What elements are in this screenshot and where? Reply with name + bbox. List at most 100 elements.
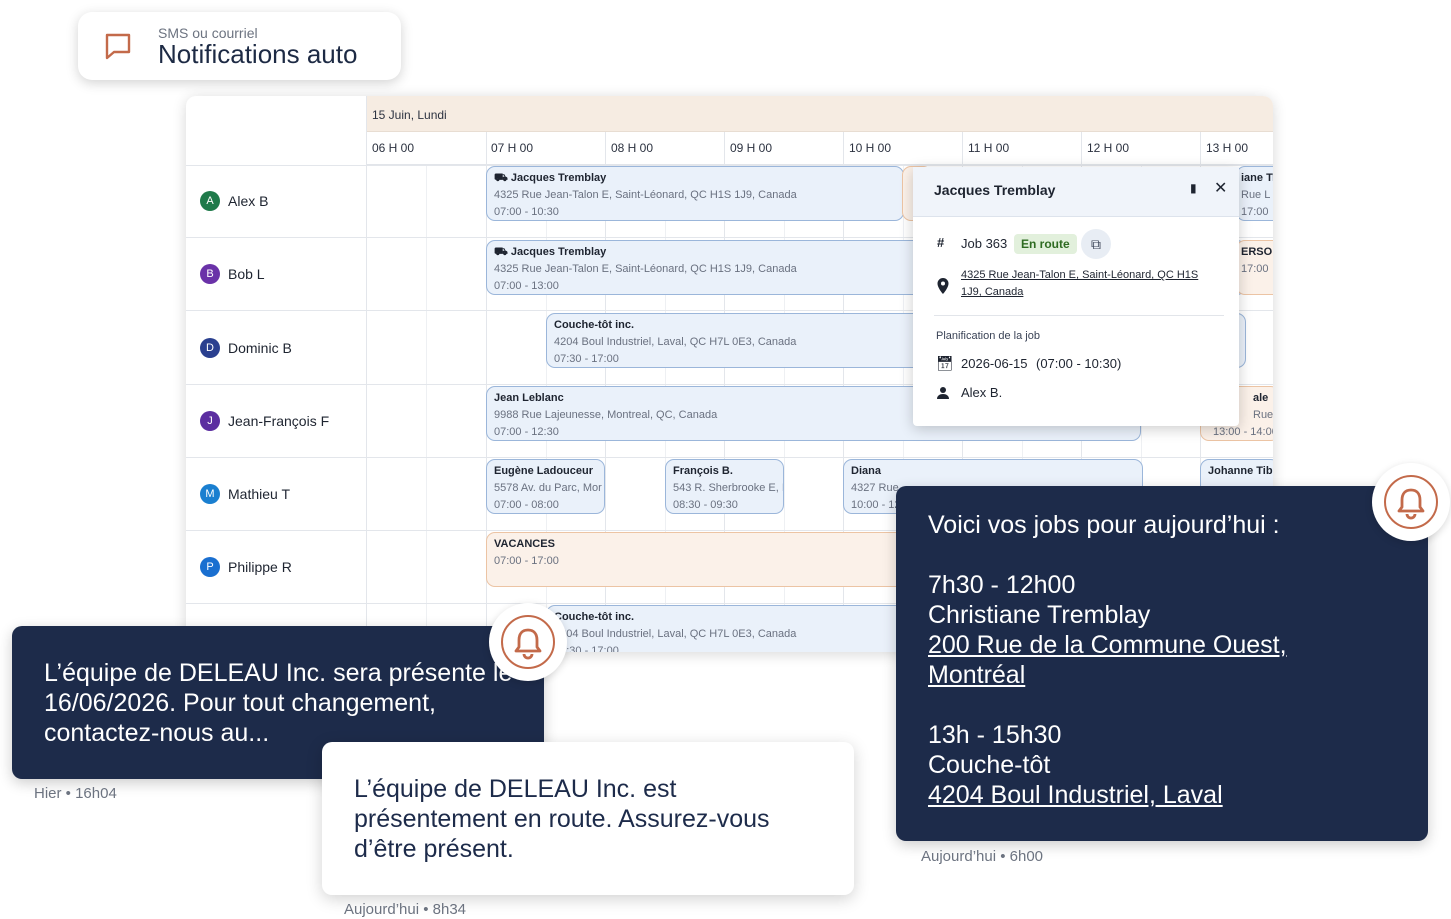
popover-date: 2026-06-15	[961, 356, 1028, 371]
job-title: ale	[1253, 392, 1269, 404]
job-time: 08:30 - 09:30	[673, 499, 738, 511]
grid-line	[426, 165, 427, 652]
bell-icon	[1384, 475, 1438, 529]
divider	[934, 315, 1224, 316]
job-block[interactable]: ⛟ Jacques Tremblay 4325 Rue Jean-Talon E…	[486, 166, 904, 221]
job1-time: 7h30 - 12h00	[928, 571, 1076, 599]
hour-label: 06 H 00	[372, 141, 415, 155]
job-address: 5578 Av. du Parc, Mor	[494, 482, 602, 494]
hour-label: 13 H 00	[1206, 141, 1249, 155]
employee-row[interactable]: A Alex B	[200, 191, 268, 211]
job-time: 13:00 - 14:00	[1213, 426, 1273, 438]
job2-time: 13h - 15h30	[928, 721, 1062, 749]
job-time: 17:00	[1241, 263, 1269, 275]
hour-label: 12 H 00	[1087, 141, 1130, 155]
employee-row[interactable]: B Bob L	[200, 264, 265, 284]
notifications-pill: SMS ou courriel Notifications auto	[78, 12, 401, 80]
job1-address-link[interactable]: 200 Rue de la Commune Ouest,	[928, 631, 1287, 659]
job-block[interactable]: iane Tr Rue L 17:00	[1236, 166, 1273, 221]
job-time: 07:00 - 08:00	[494, 499, 559, 511]
job-address: Rue de	[1253, 409, 1273, 421]
bubble-text: Voici vos jobs pour aujourd’hui : 7h30 -…	[928, 510, 1408, 810]
job-address: 543 R. Sherbrooke E, I	[673, 482, 784, 494]
hash-icon: #	[937, 235, 945, 250]
employee-name: Dominic B	[228, 340, 292, 356]
job-popover: Jacques Tremblay ▮ ✕ # Job 363 En route …	[913, 167, 1239, 426]
employee-name: Mathieu T	[228, 486, 290, 502]
external-link-icon[interactable]: ⧉	[1081, 229, 1111, 259]
hour-label: 07 H 00	[491, 141, 534, 155]
chat-bubble-icon	[105, 33, 131, 60]
hour-label: 08 H 00	[611, 141, 654, 155]
intro-line: Voici vos jobs pour aujourd’hui :	[928, 511, 1280, 539]
job-title: ERSO	[1241, 246, 1273, 258]
person-icon	[937, 387, 949, 399]
job-block[interactable]: ERSO 17:00	[1236, 240, 1273, 295]
trash-icon[interactable]: ▮	[1190, 181, 1197, 195]
pill-title: Notifications auto	[158, 39, 358, 69]
bell-icon	[501, 615, 555, 669]
section-title: Planification de la job	[936, 330, 1040, 342]
employee-name: Philippe R	[228, 559, 292, 575]
bubble-text: L’équipe de DELEAU Inc. sera présente le…	[44, 659, 513, 747]
job-title: Jacques Tremblay	[510, 246, 607, 258]
avatar: P	[200, 557, 220, 577]
timestamp: Aujourd’hui • 8h34	[344, 901, 467, 918]
job-title: Diana	[851, 465, 881, 477]
job-address: Rue L	[1241, 189, 1271, 201]
date-header: 15 Juin, Lundi	[367, 96, 1273, 132]
employee-row[interactable]: P Philippe R	[200, 557, 292, 577]
hour-label: 11 H 00	[968, 141, 1010, 155]
employee-name: Alex B	[228, 193, 269, 209]
job-title: Johanne Tibo	[1208, 465, 1273, 477]
avatar: D	[200, 338, 220, 358]
job1-client: Christiane Tremblay	[928, 601, 1151, 629]
avatar: B	[200, 264, 220, 284]
job-address: 4325 Rue Jean-Talon E, Saint-Léonard, QC…	[494, 189, 797, 201]
popover-address[interactable]: 4325 Rue Jean-Talon E, Saint-Léonard, QC…	[961, 267, 1219, 301]
sms-bubble-enroute: L’équipe de DELEAU Inc. est présentement…	[322, 742, 854, 895]
status-badge: En route	[1014, 234, 1077, 254]
job2-address-link[interactable]: 4204 Boul Industriel, Laval	[928, 781, 1223, 809]
hours-header: 06 H 00 07 H 00 08 H 00 09 H 00 10 H 00 …	[367, 132, 1273, 165]
job2-client: Couche-tôt	[928, 751, 1051, 779]
row-divider	[186, 457, 1273, 458]
truck-icon: ⛟	[494, 246, 508, 258]
avatar: J	[200, 411, 220, 431]
close-icon[interactable]: ✕	[1214, 178, 1227, 198]
avatar: A	[200, 191, 220, 211]
job-title: Eugène Ladouceur	[494, 465, 594, 477]
hour-label: 09 H 00	[730, 141, 773, 155]
job-time: 17:00	[1241, 206, 1269, 218]
job1-address-link[interactable]: Montréal	[928, 661, 1025, 689]
bell-badge	[489, 603, 567, 681]
job-number: Job 363	[961, 236, 1008, 251]
truck-icon: ⛟	[494, 172, 508, 184]
hour-label: 10 H 00	[849, 141, 892, 155]
bell-badge	[1372, 463, 1450, 541]
employee-name: Bob L	[228, 266, 265, 282]
popover-assignee: Alex B.	[961, 385, 1003, 400]
avatar: M	[200, 484, 220, 504]
timestamp: Aujourd’hui • 6h00	[921, 848, 1044, 865]
job-title: iane Tr	[1241, 172, 1273, 184]
job-title: François B.	[673, 465, 733, 477]
employee-row[interactable]: M Mathieu T	[200, 484, 290, 504]
job-time: 07:00 - 12:30	[494, 426, 559, 438]
job-time: 07:00 - 10:30	[494, 206, 559, 218]
job-title: Jacques Tremblay	[510, 172, 607, 184]
popover-client-name: Jacques Tremblay	[934, 182, 1056, 198]
employee-name: Jean-François F	[228, 413, 330, 429]
popover-time: (07:00 - 10:30)	[1036, 356, 1122, 371]
sms-bubble-daily-jobs: Voici vos jobs pour aujourd’hui : 7h30 -…	[896, 486, 1428, 841]
calendar-icon: 📅︎	[936, 355, 954, 371]
date-label: 15 Juin, Lundi	[372, 108, 447, 122]
employee-row[interactable]: D Dominic B	[200, 338, 292, 358]
job-block[interactable]: Eugène Ladouceur 5578 Av. du Parc, Mor 0…	[486, 459, 605, 514]
employee-row[interactable]: J Jean-François F	[200, 411, 329, 431]
job-block[interactable]: François B. 543 R. Sherbrooke E, I 08:30…	[665, 459, 784, 514]
grid-line	[366, 96, 367, 652]
location-pin-icon	[937, 278, 949, 294]
bubble-text: L’équipe de DELEAU Inc. est présentement…	[354, 775, 770, 863]
timestamp: Hier • 16h04	[34, 785, 117, 802]
